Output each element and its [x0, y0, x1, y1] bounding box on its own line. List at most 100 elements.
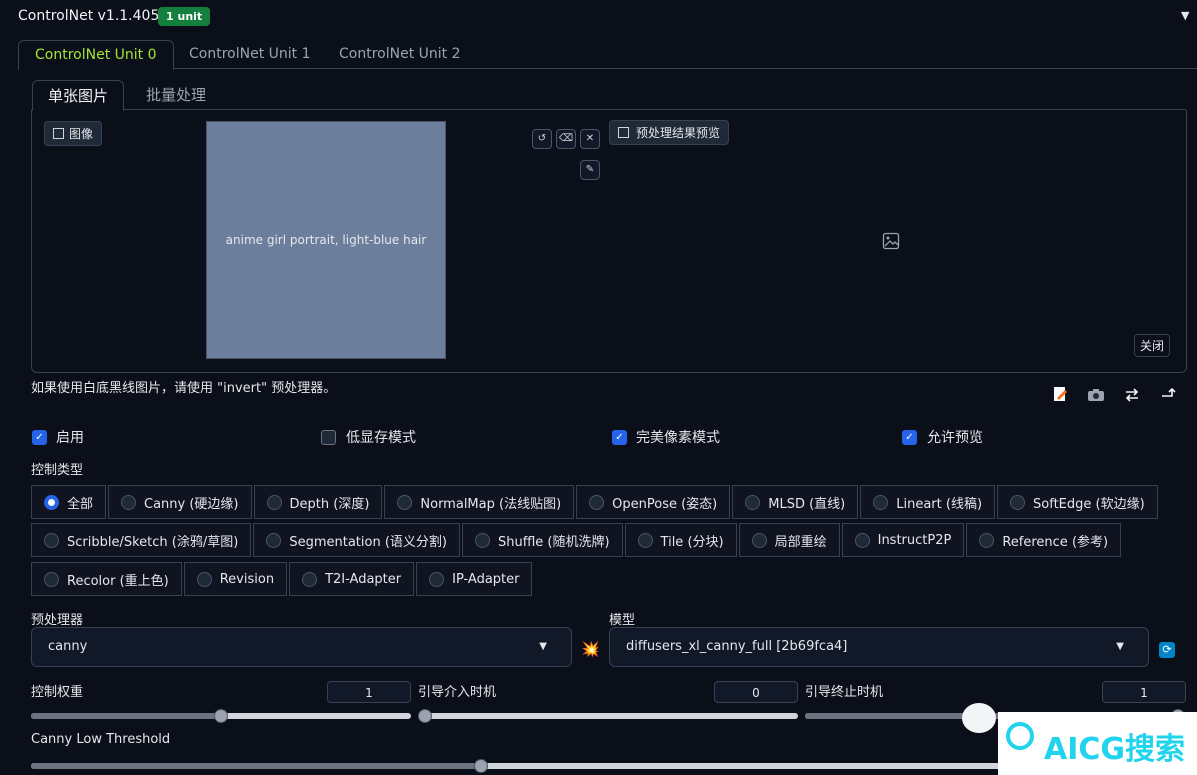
- radio-circle[interactable]: [44, 532, 59, 548]
- control-type-instructp2p[interactable]: InstructP2P: [841, 523, 965, 557]
- tab-batch[interactable]: 批量处理: [131, 80, 221, 110]
- checkbox-box[interactable]: ✓: [32, 429, 47, 445]
- weight-slider[interactable]: [31, 709, 411, 723]
- control-type-normalmap[interactable]: NormalMap (法线贴图): [384, 485, 575, 519]
- radio-circle[interactable]: [196, 571, 212, 587]
- input-image-caption: anime girl portrait, light-blue hair: [225, 233, 427, 247]
- control-type-depth[interactable]: Depth (深度): [253, 485, 383, 519]
- radio-label: 局部重绘: [774, 534, 827, 550]
- pixel-perfect-checkbox[interactable]: ✓ 完美像素模式: [612, 427, 720, 447]
- control-type-revision[interactable]: Revision: [183, 562, 288, 596]
- radio-label: Scribble/Sketch (涂鸦/草图): [67, 534, 239, 550]
- collapse-icon[interactable]: ▼: [1181, 9, 1189, 22]
- tab-unit-1[interactable]: ControlNet Unit 1: [173, 40, 327, 68]
- radio-circle[interactable]: [637, 532, 653, 548]
- control-type-t2i-adapter[interactable]: T2I-Adapter: [289, 562, 415, 596]
- model-select[interactable]: diffusers_xl_canny_full [2b69fca4] ▼: [609, 627, 1149, 667]
- radio-circle[interactable]: [266, 494, 282, 510]
- control-type-reference[interactable]: Reference (参考): [966, 523, 1122, 557]
- checkbox-box[interactable]: ✓: [612, 429, 627, 445]
- checkbox-label: 低显存模式: [346, 430, 416, 446]
- radio-label: Recolor (重上色): [67, 573, 169, 589]
- checkbox-box[interactable]: ✓: [902, 429, 917, 445]
- close-preview-button[interactable]: 关闭: [1134, 334, 1171, 357]
- control-type-scribble[interactable]: Scribble/Sketch (涂鸦/草图): [31, 523, 252, 557]
- rotate-icon[interactable]: ↺: [532, 129, 552, 149]
- image-panel: [31, 110, 1187, 373]
- watermark-text: AICG搜索: [1044, 732, 1186, 767]
- radio-circle[interactable]: [589, 494, 605, 510]
- low-vram-checkbox[interactable]: 低显存模式: [321, 427, 416, 447]
- radio-circle[interactable]: [979, 532, 995, 548]
- tab-single-image[interactable]: 单张图片: [32, 80, 125, 111]
- radio-circle[interactable]: [121, 494, 137, 510]
- radio-circle[interactable]: [44, 571, 59, 587]
- slider-thumb[interactable]: [474, 759, 489, 773]
- control-type-mlsd[interactable]: MLSD (直线): [732, 485, 859, 519]
- guidance-end-input[interactable]: 1: [1102, 681, 1186, 703]
- control-type-lineart[interactable]: Lineart (线稿): [860, 485, 996, 519]
- invert-hint: 如果使用白底黑线图片，请使用 "invert" 预处理器。: [31, 381, 337, 396]
- preview-label: 预处理结果预览: [609, 120, 730, 145]
- control-type-inpaint[interactable]: 局部重绘: [738, 523, 840, 557]
- preview-label-text: 预处理结果预览: [636, 126, 721, 140]
- radio-circle[interactable]: [745, 494, 761, 510]
- brush-icon[interactable]: ✎: [580, 160, 600, 180]
- preprocessor-label: 预处理器: [31, 613, 84, 628]
- checkbox-box[interactable]: [321, 429, 336, 445]
- radio-label: IP-Adapter: [452, 571, 520, 587]
- guidance-start-slider[interactable]: [418, 709, 798, 723]
- close-icon[interactable]: ✕: [580, 129, 600, 149]
- radio-circle[interactable]: [1010, 494, 1026, 510]
- slider-thumb[interactable]: [214, 709, 228, 723]
- radio-label: Canny (硬边缘): [144, 496, 239, 512]
- control-type-segmentation[interactable]: Segmentation (语义分割): [253, 523, 460, 557]
- radio-circle[interactable]: [873, 494, 889, 510]
- run-preprocessor-icon[interactable]: 💥: [581, 640, 600, 658]
- preprocessor-value: canny: [48, 639, 88, 654]
- unit-count-badge: 1 unit: [158, 7, 211, 26]
- control-type-label: 控制类型: [31, 463, 84, 478]
- control-type-softedge[interactable]: SoftEdge (软边缘): [997, 485, 1158, 519]
- model-value: diffusers_xl_canny_full [2b69fca4]: [626, 639, 848, 654]
- checkbox-label: 启用: [56, 430, 84, 446]
- edit-icon[interactable]: [1052, 386, 1068, 402]
- guidance-start-input[interactable]: 0: [714, 681, 798, 703]
- camera-icon[interactable]: [1087, 388, 1105, 402]
- preprocessor-select[interactable]: canny ▼: [31, 627, 572, 667]
- weight-input[interactable]: 1: [327, 681, 411, 703]
- radio-circle[interactable]: [854, 532, 870, 548]
- radio-label: T2I-Adapter: [325, 571, 402, 587]
- radio-label: Tile (分块): [660, 534, 724, 550]
- chevron-down-icon: ▼: [1116, 641, 1124, 652]
- control-type-all[interactable]: 全部: [31, 485, 107, 519]
- radio-circle[interactable]: [302, 571, 318, 587]
- eraser-icon[interactable]: ⌫: [556, 129, 576, 149]
- control-type-openpose[interactable]: OpenPose (姿态): [576, 485, 731, 519]
- tab-unit-2[interactable]: ControlNet Unit 2: [323, 40, 477, 68]
- radio-circle[interactable]: [474, 532, 490, 548]
- image-icon: [53, 128, 64, 139]
- enable-checkbox[interactable]: ✓ 启用: [32, 427, 84, 447]
- radio-circle[interactable]: [397, 494, 413, 510]
- slider-thumb[interactable]: [418, 709, 432, 723]
- radio-circle[interactable]: [429, 571, 445, 587]
- swap-icon[interactable]: [1124, 388, 1140, 402]
- radio-label: Shuffle (随机洗牌): [497, 534, 610, 550]
- control-type-tile[interactable]: Tile (分块): [624, 523, 737, 557]
- control-type-ip-adapter[interactable]: IP-Adapter: [416, 562, 533, 596]
- radio-circle[interactable]: [266, 532, 282, 548]
- tab-unit-0[interactable]: ControlNet Unit 0: [18, 40, 174, 70]
- input-image[interactable]: anime girl portrait, light-blue hair: [206, 121, 446, 359]
- control-type-recolor[interactable]: Recolor (重上色): [31, 562, 182, 596]
- radio-circle[interactable]: [44, 494, 59, 510]
- radio-circle[interactable]: [751, 532, 767, 548]
- send-icon[interactable]: [1160, 386, 1176, 400]
- control-type-row-1: 全部 Canny (硬边缘) Depth (深度) NormalMap (法线贴…: [31, 485, 1160, 519]
- refresh-icon[interactable]: ⟳: [1159, 642, 1175, 658]
- control-type-canny[interactable]: Canny (硬边缘): [108, 485, 252, 519]
- control-type-shuffle[interactable]: Shuffle (随机洗牌): [461, 523, 623, 557]
- allow-preview-checkbox[interactable]: ✓ 允许预览: [902, 427, 983, 447]
- panel-title[interactable]: ControlNet v1.1.405: [18, 8, 159, 24]
- canny-low-label: Canny Low Threshold: [31, 732, 171, 747]
